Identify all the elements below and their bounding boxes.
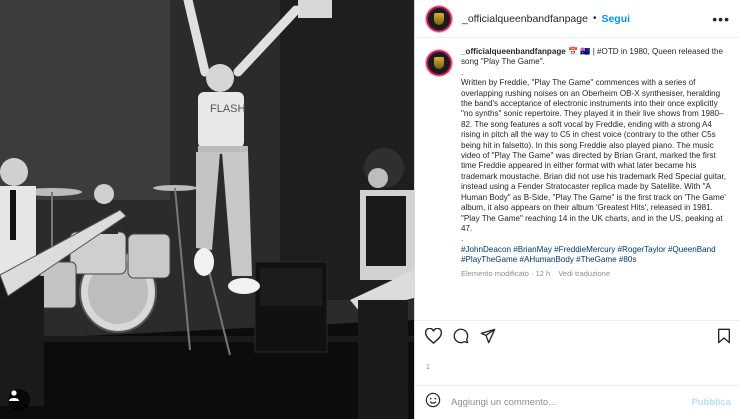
translate-link[interactable]: Vedi traduzione [558, 269, 610, 278]
svg-text:FLASH: FLASH [210, 103, 246, 115]
comment-icon[interactable] [453, 328, 469, 344]
caption-text: _officialqueenbandfanpage 📅 🇦🇺 | #OTD in… [461, 47, 729, 279]
action-bar [415, 320, 740, 350]
post-header: _officialqueenbandfanpage • Segui ••• [415, 0, 740, 38]
share-icon[interactable] [480, 328, 496, 344]
caption-body: Written by Freddie, "Play The Game" comm… [461, 78, 726, 233]
user-icon [9, 390, 19, 401]
heart-icon[interactable] [425, 327, 442, 344]
post-panel: _officialqueenbandfanpage • Segui ••• _o… [414, 0, 740, 419]
caption-username[interactable]: _officialqueenbandfanpage [461, 47, 566, 56]
edited-label: Elemento modificato · 12 h [461, 268, 551, 278]
publish-button[interactable]: Pubblica [691, 397, 731, 408]
caption-area[interactable]: _officialqueenbandfanpage 📅 🇦🇺 | #OTD in… [415, 39, 740, 315]
caption-row: _officialqueenbandfanpage 📅 🇦🇺 | #OTD in… [425, 47, 731, 279]
smiley-icon[interactable] [425, 392, 441, 413]
avatar[interactable] [425, 4, 453, 33]
comment-bar: Pubblica [415, 385, 740, 419]
tagged-users-button[interactable] [8, 389, 30, 411]
post-photo[interactable]: FLASH [0, 0, 414, 419]
separator-dot: • [592, 13, 597, 24]
caption-emoji: 📅 🇦🇺 [568, 47, 591, 56]
band-photo-illustration: FLASH [0, 0, 414, 419]
post-username[interactable]: _officialqueenbandfanpage [462, 13, 588, 25]
bookmark-icon[interactable] [717, 328, 731, 344]
post-date: 1 [426, 364, 430, 371]
caption-dot-line: . [461, 67, 464, 77]
caption-hashtags[interactable]: #JohnDeacon #BrianMay #FreddieMercury #R… [461, 245, 729, 266]
more-options-icon[interactable]: ••• [712, 11, 730, 27]
comment-input[interactable] [451, 397, 671, 408]
caption-meta: Elemento modificato · 12 h Vedi traduzio… [461, 269, 729, 279]
caption-dot-line-2: . [461, 234, 464, 244]
follow-button[interactable]: Segui [601, 13, 630, 25]
caption-avatar[interactable] [425, 49, 453, 77]
